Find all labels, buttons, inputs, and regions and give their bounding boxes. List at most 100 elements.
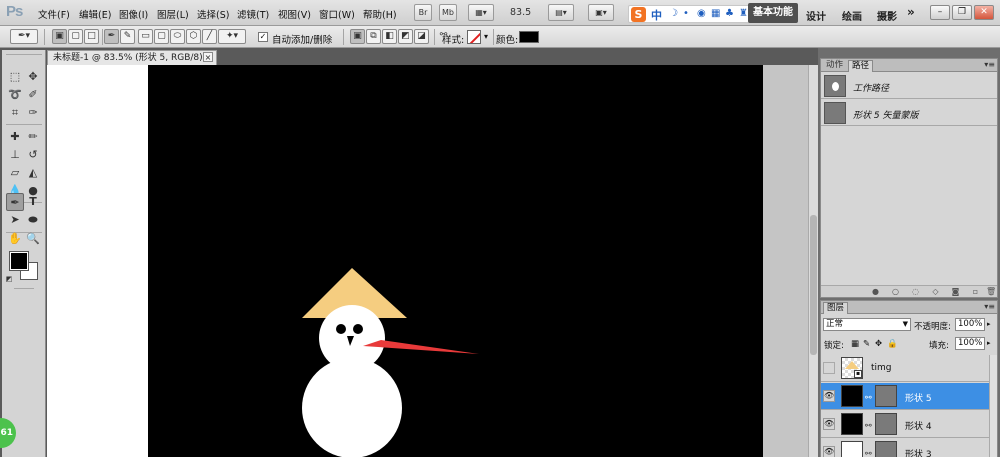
subtract-shape-icon[interactable]: ◧ [382, 29, 397, 44]
zoom-tool-icon[interactable]: 🔍 [24, 230, 42, 248]
style-picker[interactable] [467, 30, 481, 44]
make-work-path-icon[interactable]: ◇ [931, 287, 940, 296]
paths-mode-icon[interactable]: ▢ [68, 29, 83, 44]
lasso-tool-icon[interactable]: ➰ [6, 86, 24, 104]
lock-image-icon[interactable]: ✎ [863, 339, 870, 349]
path-selection-tool-icon[interactable]: ➤ [6, 211, 24, 229]
rounded-rectangle-icon[interactable]: ▢ [154, 29, 169, 44]
rectangle-shape-icon[interactable]: ▭ [138, 29, 153, 44]
foreground-color-swatch[interactable] [9, 251, 29, 271]
fill-path-icon[interactable]: ● [871, 287, 880, 296]
lock-all-icon[interactable]: 🔒 [887, 339, 898, 349]
tab-actions[interactable]: 动作 [823, 60, 846, 72]
workspace-design[interactable]: 设计 [806, 8, 826, 23]
type-tool-icon[interactable]: T [24, 193, 42, 211]
blend-mode-select[interactable]: 正常 ▼ [823, 318, 911, 331]
move-tool-icon[interactable]: ✥ [24, 68, 42, 86]
document-tab[interactable]: 未标题-1 @ 83.5% (形状 5, RGB/8) * × [47, 50, 217, 65]
marquee-tool-icon[interactable]: ⬚ [6, 68, 24, 86]
path-item-shape-mask[interactable]: 形状 5 矢量蒙版 [821, 100, 997, 126]
eyedropper-tool-icon[interactable]: ✑ [24, 104, 42, 122]
zoom-level[interactable]: 83.5 [510, 7, 531, 18]
eraser-tool-icon[interactable]: ▱ [6, 164, 24, 182]
menu-filter[interactable]: 滤镜(T) [237, 7, 269, 21]
close-document-icon[interactable]: × [203, 52, 213, 62]
auto-add-delete-checkbox[interactable]: ✓ [258, 32, 268, 42]
menu-view[interactable]: 视图(V) [278, 7, 311, 21]
eye-icon[interactable]: 👁 [823, 390, 835, 402]
default-colors-icon[interactable]: ◩ [4, 274, 14, 284]
workspace-more-chevron-icon[interactable]: » [907, 5, 915, 19]
ellipse-shape-icon[interactable]: ⬭ [170, 29, 185, 44]
path-item-work-path[interactable]: 工作路径 [821, 73, 997, 99]
bridge-button[interactable]: Br [414, 4, 432, 21]
screen-mode-dropdown[interactable]: ▣▾ [588, 4, 614, 21]
style-dropdown-arrow-icon[interactable]: ▾ [484, 32, 488, 41]
workspace-photography[interactable]: 摄影 [877, 8, 897, 23]
menu-help[interactable]: 帮助(H) [363, 7, 397, 21]
voice-icon[interactable]: ◉ [697, 9, 707, 19]
line-shape-icon[interactable]: ╱ [202, 29, 217, 44]
fill-input[interactable]: 100% [955, 337, 985, 350]
menu-edit[interactable]: 编辑(E) [79, 7, 111, 21]
new-shape-layer-icon[interactable]: ▣ [350, 29, 365, 44]
crop-tool-icon[interactable]: ⌗ [6, 104, 24, 122]
layer-row-shape-5[interactable]: 👁 ⚯ 形状 5 [821, 383, 997, 410]
menu-image[interactable]: 图像(I) [119, 7, 148, 21]
new-path-icon[interactable]: ▫ [971, 287, 980, 296]
clone-stamp-tool-icon[interactable]: ⊥ [6, 146, 24, 164]
visibility-toggle-off[interactable] [823, 362, 835, 374]
workspace-painting[interactable]: 绘画 [842, 8, 862, 23]
shape-layers-mode-icon[interactable]: ▣ [52, 29, 67, 44]
scrollbar-thumb[interactable] [810, 215, 817, 355]
keyboard-icon[interactable]: ▦ [711, 9, 721, 19]
fill-arrow-icon[interactable]: ▸ [987, 339, 991, 347]
history-brush-tool-icon[interactable]: ↺ [24, 146, 42, 164]
workspace-essentials[interactable]: 基本功能 [748, 3, 798, 23]
mask-icon[interactable]: ◙ [951, 287, 960, 296]
lock-transparency-icon[interactable]: ▦ [851, 339, 859, 349]
layer-row-shape-4[interactable]: 👁 ⚯ 形状 4 [821, 411, 997, 438]
document-canvas-area[interactable] [47, 65, 817, 457]
tab-paths[interactable]: 路径 [848, 60, 874, 72]
view-extras-dropdown[interactable]: ▦▾ [468, 4, 494, 21]
tab-layers[interactable]: 图层 [823, 302, 849, 314]
quick-selection-tool-icon[interactable]: ✐ [24, 86, 42, 104]
brush-tool-icon[interactable]: ✏ [24, 128, 42, 146]
minimize-button[interactable]: – [930, 5, 950, 20]
sogou-logo-icon[interactable]: S [631, 7, 646, 22]
paint-bucket-tool-icon[interactable]: ◭ [24, 164, 42, 182]
intersect-shape-icon[interactable]: ◩ [398, 29, 413, 44]
pen-tool-icon[interactable]: ✒ [6, 193, 24, 211]
punctuation-icon[interactable]: • [683, 9, 693, 19]
opacity-input[interactable]: 100% [955, 318, 985, 331]
eye-icon[interactable]: 👁 [823, 446, 835, 457]
ime-language-toggle[interactable]: 中 [651, 7, 662, 23]
lock-position-icon[interactable]: ✥ [875, 339, 882, 349]
opacity-arrow-icon[interactable]: ▸ [987, 320, 991, 328]
fill-pixels-mode-icon[interactable]: □ [84, 29, 99, 44]
delete-path-icon[interactable]: 🗑 [986, 287, 996, 296]
mini-bridge-button[interactable]: Mb [439, 4, 457, 21]
panel-menu-icon[interactable]: ▾≡ [984, 60, 995, 69]
layer-row-timg[interactable]: ▪ timg [821, 355, 997, 382]
exclude-shape-icon[interactable]: ◪ [414, 29, 429, 44]
moon-icon[interactable]: ☽ [669, 9, 679, 19]
menu-window[interactable]: 窗口(W) [319, 7, 355, 21]
shape-color-swatch[interactable] [519, 31, 539, 43]
pen-tool-icon[interactable]: ✒ [104, 29, 119, 44]
polygon-shape-icon[interactable]: ⬡ [186, 29, 201, 44]
panel-menu-icon[interactable]: ▾≡ [984, 302, 995, 311]
stroke-path-icon[interactable]: ○ [891, 287, 900, 296]
quick-mask-icon[interactable] [14, 288, 34, 289]
load-selection-icon[interactable]: ◌ [911, 287, 920, 296]
add-to-shape-icon[interactable]: ⧉ [366, 29, 381, 44]
ellipse-tool-icon[interactable]: ⬬ [24, 211, 42, 229]
close-window-button[interactable]: ✕ [974, 5, 994, 20]
menu-select[interactable]: 选择(S) [197, 7, 229, 21]
skin-icon[interactable]: ♣ [725, 9, 735, 19]
menu-layer[interactable]: 图层(L) [157, 7, 189, 21]
arrange-documents-dropdown[interactable]: ▤▾ [548, 4, 574, 21]
menu-file[interactable]: 文件(F) [38, 7, 70, 21]
hand-tool-icon[interactable]: ✋ [6, 230, 24, 248]
